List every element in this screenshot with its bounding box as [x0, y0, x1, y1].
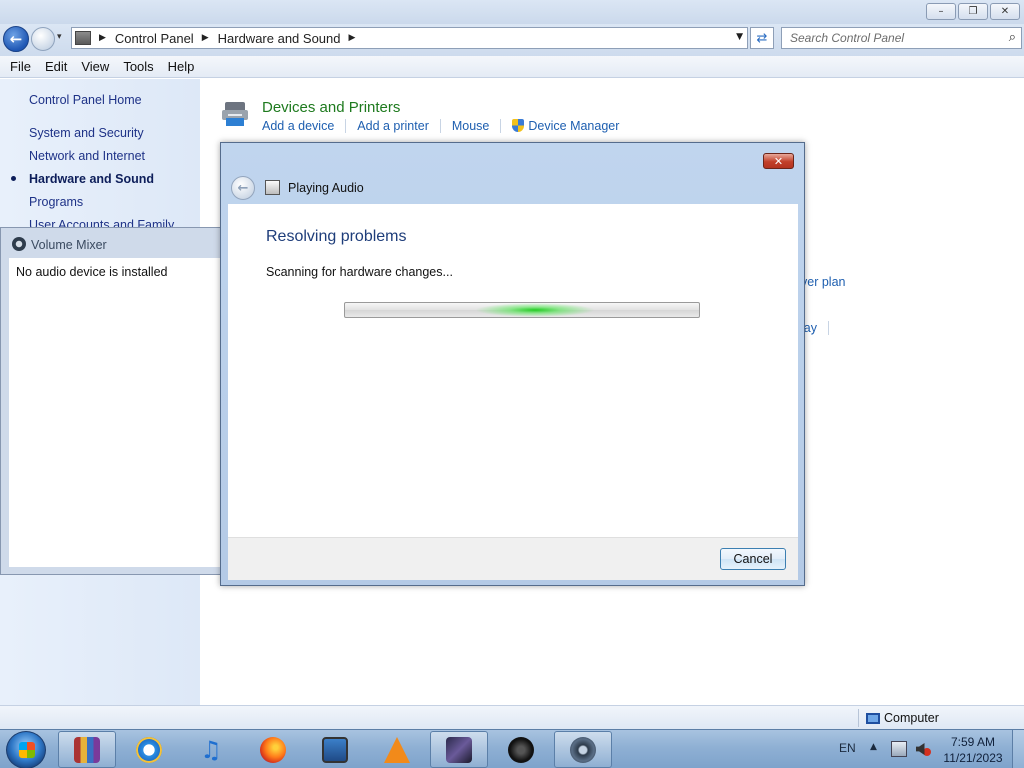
volume-mixer-window: Volume Mixer No audio device is installe… — [0, 227, 223, 575]
menu-edit[interactable]: Edit — [38, 59, 74, 74]
obs-icon — [508, 736, 534, 763]
breadcrumb-hardware-and-sound[interactable]: Hardware and Sound — [218, 31, 341, 46]
status-location: Computer — [866, 711, 939, 725]
start-button[interactable] — [6, 731, 46, 768]
menu-tools[interactable]: Tools — [116, 59, 160, 74]
dialog-status-text: Scanning for hardware changes... — [266, 265, 453, 279]
status-bar: Computer — [0, 705, 1024, 729]
menu-bar: File Edit View Tools Help — [0, 56, 1024, 78]
device-manager-link[interactable]: Device Manager — [500, 119, 630, 133]
dialog-title: Playing Audio — [288, 181, 364, 195]
clock-time: 7:59 AM — [950, 735, 996, 749]
language-indicator[interactable]: EN — [839, 741, 856, 755]
show-desktop-button[interactable] — [1012, 730, 1024, 768]
add-a-printer-link[interactable]: Add a printer — [345, 119, 440, 133]
devices-links: Add a device Add a printer Mouse Device … — [262, 119, 630, 133]
progress-bar — [344, 302, 700, 318]
internet-explorer-icon — [136, 736, 162, 763]
taskbar-firefox[interactable] — [244, 731, 302, 768]
taskbar-vlc[interactable] — [368, 731, 426, 768]
menu-help[interactable]: Help — [161, 59, 202, 74]
taskbar-obs[interactable] — [492, 731, 550, 768]
troubleshooter-dialog: ✕ ← Playing Audio Resolving problems Sca… — [220, 142, 805, 586]
dialog-body: Resolving problems Scanning for hardware… — [228, 204, 798, 537]
firefox-icon — [260, 736, 286, 763]
nav-system-and-security[interactable]: System and Security — [29, 126, 144, 140]
address-bar[interactable]: ▶ Control Panel ▶ Hardware and Sound ▶ ▼ — [71, 27, 748, 49]
refresh-button[interactable]: ⇄ — [750, 27, 774, 49]
status-location-label: Computer — [884, 711, 939, 725]
dialog-close-button[interactable]: ✕ — [763, 153, 794, 169]
control-panel-icon — [75, 31, 91, 45]
vlc-icon — [384, 736, 410, 763]
clock-date: 11/21/2023 — [943, 751, 1003, 765]
breadcrumb-chevron-icon[interactable]: ▶ — [99, 33, 106, 43]
windows-logo-icon — [19, 742, 35, 758]
show-hidden-icons-icon[interactable]: ▲ — [870, 742, 877, 752]
link-divider — [828, 321, 829, 335]
clock[interactable]: 7:59 AM 11/21/2023 — [940, 734, 1006, 766]
active-bullet-icon — [11, 176, 16, 181]
back-button[interactable]: ← — [3, 26, 29, 52]
volume-muted-icon[interactable] — [915, 741, 931, 757]
nav-network-and-internet[interactable]: Network and Internet — [29, 149, 145, 163]
dialog-footer: Cancel — [228, 537, 798, 580]
volume-mixer-title: Volume Mixer — [31, 238, 107, 252]
winrar-icon — [74, 736, 100, 763]
forward-button[interactable] — [31, 27, 55, 51]
minimize-button[interactable]: – — [926, 3, 956, 20]
itunes-icon: ♫ — [200, 735, 222, 764]
restore-button[interactable]: ❐ — [958, 3, 988, 20]
shield-icon — [512, 119, 525, 132]
cancel-button[interactable]: Cancel — [720, 548, 786, 570]
volume-mixer-body: No audio device is installed — [9, 258, 223, 567]
no-audio-device-message: No audio device is installed — [16, 265, 168, 279]
network-icon[interactable] — [891, 741, 907, 757]
search-icon[interactable]: ⌕ — [1009, 30, 1016, 45]
recent-pages-dropdown-icon[interactable]: ▾ — [57, 32, 62, 42]
troubleshooter-icon — [265, 180, 280, 195]
add-a-device-link[interactable]: Add a device — [262, 119, 345, 133]
status-divider — [858, 709, 859, 727]
mouse-link[interactable]: Mouse — [439, 119, 501, 133]
menu-view[interactable]: View — [74, 59, 116, 74]
device-manager-label: Device Manager — [528, 119, 620, 133]
devices-and-printers-title[interactable]: Devices and Printers — [262, 99, 400, 116]
taskbar-speaker-app[interactable] — [554, 731, 612, 768]
remote-desktop-icon — [322, 736, 348, 763]
dialog-back-button[interactable]: ← — [231, 176, 255, 200]
taskbar-itunes[interactable]: ♫ — [182, 731, 240, 768]
speaker-icon — [12, 237, 26, 251]
breadcrumb-chevron-icon[interactable]: ▶ — [202, 33, 209, 43]
progress-marquee — [475, 303, 595, 317]
window-titlebar: – ❐ ✕ — [0, 0, 1024, 24]
close-window-button[interactable]: ✕ — [990, 3, 1020, 20]
taskbar: ♫ EN ▲ 7:59 AM 11/21/2023 — [0, 729, 1024, 768]
nav-control-panel-home[interactable]: Control Panel Home — [29, 93, 142, 107]
window-controls: – ❐ ✕ — [926, 3, 1020, 20]
address-dropdown-icon[interactable]: ▼ — [736, 32, 743, 42]
breadcrumb-control-panel[interactable]: Control Panel — [115, 31, 194, 46]
dialog-heading: Resolving problems — [266, 228, 407, 245]
taskbar-remote-desktop[interactable] — [306, 731, 364, 768]
power-plan-link-partial[interactable]: ver plan — [801, 275, 845, 289]
taskbar-winrar[interactable] — [58, 731, 116, 768]
nav-programs[interactable]: Programs — [29, 195, 83, 209]
media-player-icon — [446, 736, 472, 763]
breadcrumb-chevron-icon[interactable]: ▶ — [348, 33, 355, 43]
search-input[interactable]: Search Control Panel ⌕ — [781, 27, 1022, 49]
menu-file[interactable]: File — [3, 59, 38, 74]
speaker-app-icon — [570, 736, 596, 763]
nav-hardware-and-sound[interactable]: Hardware and Sound — [29, 172, 154, 186]
devices-and-printers-icon — [222, 102, 248, 126]
navigation-bar: ← ▾ ▶ Control Panel ▶ Hardware and Sound… — [0, 24, 1024, 56]
taskbar-internet-explorer[interactable] — [120, 731, 178, 768]
computer-icon — [866, 712, 880, 724]
taskbar-media-player[interactable] — [430, 731, 488, 768]
search-placeholder: Search Control Panel — [790, 31, 905, 45]
